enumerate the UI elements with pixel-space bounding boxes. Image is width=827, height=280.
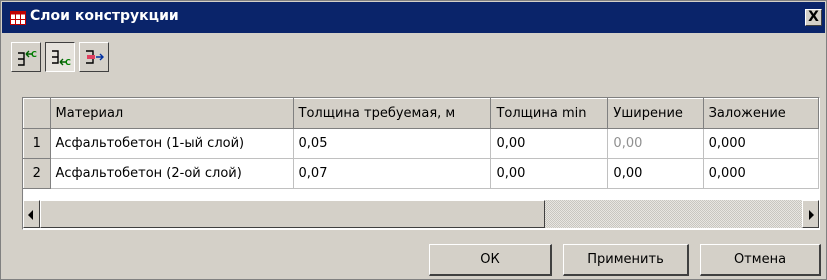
cell-thickness-min[interactable]: 0,00 bbox=[490, 158, 609, 189]
layers-dialog: Слои конструкции X C C Материал Толщина … bbox=[0, 0, 827, 280]
scrollbar-thumb[interactable] bbox=[40, 200, 545, 228]
apply-button[interactable]: Применить bbox=[563, 244, 689, 276]
add-layer-button[interactable]: C bbox=[11, 42, 41, 72]
table-row: 2 Асфальтобетон (2-ой слой) 0,07 0,00 0,… bbox=[23, 158, 819, 189]
column-header-thickness[interactable]: Толщина требуемая, м bbox=[292, 98, 492, 129]
cell-widening[interactable]: 0,00 bbox=[607, 158, 704, 189]
column-header-material[interactable]: Материал bbox=[49, 98, 294, 129]
cell-widening[interactable]: 0,00 bbox=[607, 128, 704, 159]
add-layer-icon: C bbox=[18, 50, 37, 66]
svg-text:C: C bbox=[31, 50, 37, 59]
close-button[interactable]: X bbox=[805, 9, 822, 26]
layer-properties-button[interactable] bbox=[79, 42, 109, 72]
header-row: Материал Толщина требуемая, м Толщина mi… bbox=[23, 98, 819, 129]
table-row: 1 Асфальтобетон (1-ый слой) 0,05 0,00 0,… bbox=[23, 128, 819, 159]
corner-header[interactable] bbox=[23, 98, 51, 129]
scroll-right-button[interactable] bbox=[802, 200, 819, 228]
insert-layer-button[interactable]: C bbox=[45, 42, 75, 72]
horizontal-scrollbar[interactable] bbox=[23, 200, 819, 228]
column-header-widening[interactable]: Уширение bbox=[607, 98, 704, 129]
cell-material[interactable]: Асфальтобетон (1-ый слой) bbox=[50, 128, 294, 159]
cell-slope[interactable]: 0,000 bbox=[703, 128, 819, 159]
scrollbar-track[interactable] bbox=[545, 200, 802, 228]
layers-table: Материал Толщина требуемая, м Толщина mi… bbox=[23, 98, 819, 189]
svg-text:C: C bbox=[65, 58, 71, 67]
table-icon bbox=[10, 11, 26, 25]
column-header-thickness-min[interactable]: Толщина min bbox=[490, 98, 609, 129]
window-title: Слои конструкции bbox=[30, 8, 179, 24]
cell-thickness[interactable]: 0,05 bbox=[293, 128, 492, 159]
cell-thickness[interactable]: 0,07 bbox=[293, 158, 492, 189]
scroll-left-button[interactable] bbox=[23, 200, 40, 228]
arrow-right-icon bbox=[809, 210, 814, 220]
title-bar[interactable]: Слои конструкции bbox=[2, 2, 825, 33]
cell-thickness-min[interactable]: 0,00 bbox=[490, 128, 609, 159]
arrow-left-icon bbox=[28, 210, 33, 220]
insert-layer-icon: C bbox=[52, 50, 71, 67]
cell-slope[interactable]: 0,000 bbox=[703, 158, 819, 189]
layer-properties-icon bbox=[86, 50, 104, 64]
cell-material[interactable]: Асфальтобетон (2-ой слой) bbox=[50, 158, 294, 189]
column-header-slope[interactable]: Заложение bbox=[702, 98, 819, 129]
layers-grid[interactable]: Материал Толщина требуемая, м Толщина mi… bbox=[22, 97, 820, 230]
ok-button[interactable]: ОК bbox=[429, 244, 552, 276]
row-number[interactable]: 1 bbox=[23, 128, 51, 159]
cancel-button[interactable]: Отмена bbox=[700, 244, 821, 276]
row-number[interactable]: 2 bbox=[23, 158, 51, 189]
